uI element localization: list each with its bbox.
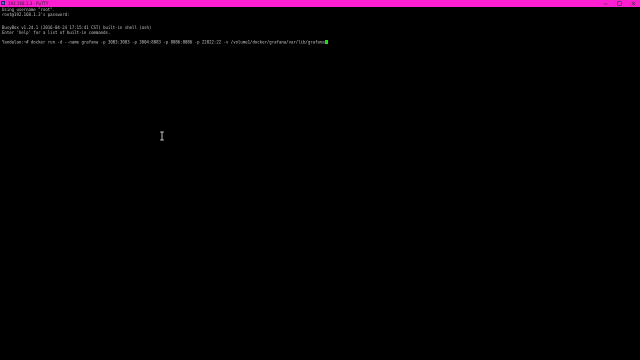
- close-button[interactable]: [626, 0, 640, 7]
- terminal-window[interactable]: Using username "root". root@192.168.1.3'…: [0, 7, 640, 360]
- i-beam-cursor-icon: [160, 131, 164, 141]
- maximize-button[interactable]: [612, 0, 626, 7]
- maximize-icon: [616, 1, 622, 6]
- command-text: Yandalan:~# docker run -d --name grafana…: [2, 39, 325, 45]
- minimize-icon: [603, 3, 607, 5]
- terminal-cursor: [324, 40, 328, 45]
- minimize-button[interactable]: [598, 0, 612, 7]
- window-controls: [598, 0, 640, 7]
- putty-icon[interactable]: [1, 1, 5, 5]
- close-icon: [630, 1, 636, 6]
- title-bar[interactable]: 192.168.1.3 - PuTTY: [0, 0, 640, 7]
- terminal-output: Using username "root". root@192.168.1.3'…: [2, 7, 328, 45]
- command-line[interactable]: Yandalan:~# docker run -d --name grafana…: [2, 40, 328, 45]
- window-title: 192.168.1.3 - PuTTY: [8, 1, 49, 6]
